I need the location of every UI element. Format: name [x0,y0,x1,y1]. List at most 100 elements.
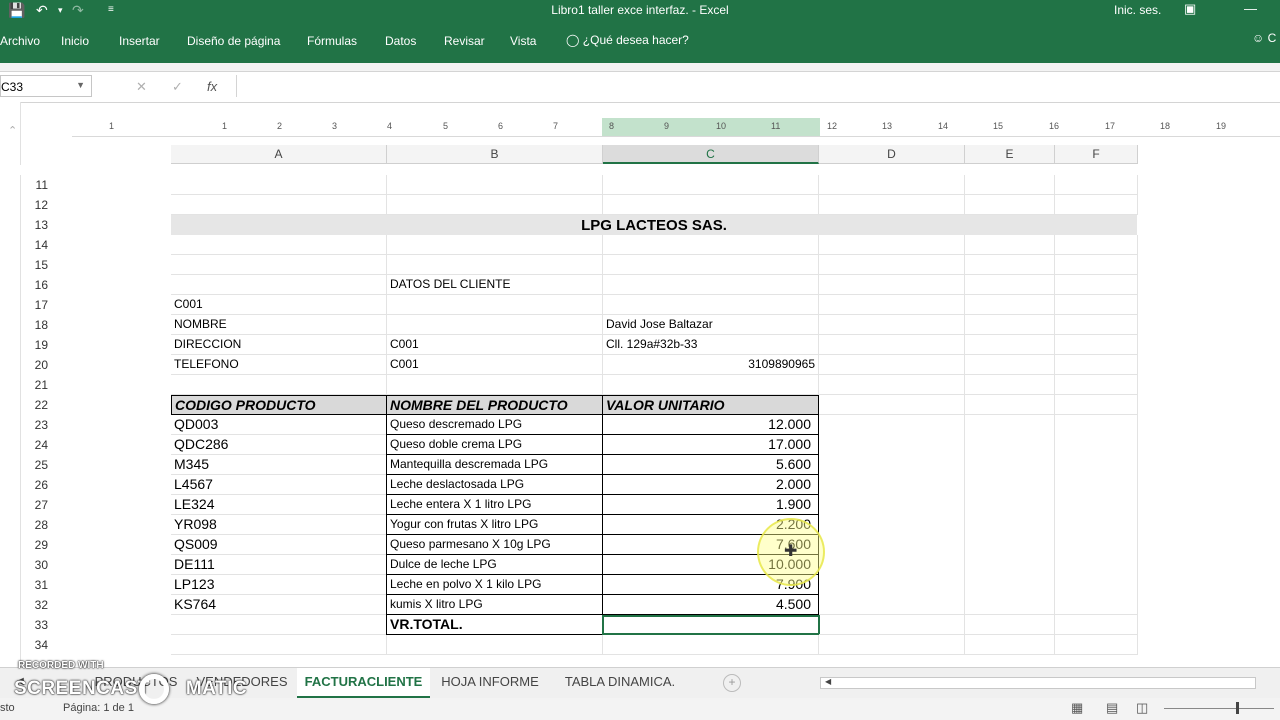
row-header[interactable]: 23 [20,415,50,435]
cell[interactable] [965,275,1055,295]
row-header[interactable]: 24 [20,435,50,455]
cell[interactable] [819,195,965,215]
cell[interactable] [965,635,1055,655]
tab-inicio[interactable]: Inicio [61,34,89,48]
cell[interactable] [819,395,965,415]
row-header[interactable]: 30 [20,555,50,575]
cell[interactable] [1055,355,1138,375]
cell[interactable] [387,375,603,395]
cell[interactable] [603,195,819,215]
row-header[interactable]: 15 [20,255,50,275]
address-label-cell[interactable]: DIRECCION [171,335,387,355]
cell[interactable] [603,255,819,275]
product-code[interactable]: DE111 [171,555,387,575]
cell[interactable] [819,415,965,615]
product-code[interactable]: QS009 [171,535,387,555]
cell[interactable] [819,335,965,355]
cell[interactable] [1055,415,1138,615]
product-price[interactable]: 5.600 [602,455,819,475]
formula-input[interactable] [236,75,1280,97]
cell[interactable] [819,375,965,395]
cell[interactable] [1055,195,1138,215]
cell[interactable] [171,255,387,275]
cell[interactable] [1055,315,1138,335]
total-value-selected-cell[interactable] [602,615,820,635]
header-codigo-producto[interactable]: CODIGO PRODUCTO [171,395,387,415]
row-header[interactable]: 12 [20,195,50,215]
tab-archivo[interactable]: Archivo [0,34,40,48]
chevron-down-icon[interactable]: ▼ [76,80,85,90]
cell[interactable] [171,235,387,255]
minimize-icon[interactable]: — [1244,1,1257,16]
insert-function-button[interactable]: fx [207,79,217,94]
product-name[interactable]: Mantequilla descremada LPG [386,455,603,475]
cell[interactable] [965,615,1055,635]
cell[interactable] [387,315,603,335]
product-code[interactable]: M345 [171,455,387,475]
product-code[interactable]: QD003 [171,415,387,435]
product-name[interactable]: Leche deslactosada LPG [386,475,603,495]
product-name[interactable]: kumis X litro LPG [386,595,603,615]
cell[interactable] [387,255,603,275]
cell[interactable] [171,275,387,295]
row-header[interactable]: 11 [20,175,50,195]
tab-datos[interactable]: Datos [385,34,416,48]
column-header-f[interactable]: F [1055,145,1138,164]
row-header[interactable]: 25 [20,455,50,475]
product-code[interactable]: QDC286 [171,435,387,455]
product-price[interactable]: 1.900 [602,495,819,515]
ribbon-display-icon[interactable]: ▣ [1184,1,1196,17]
phone-value-cell[interactable]: 3109890965 [603,355,819,375]
cell[interactable] [603,295,819,315]
product-code[interactable]: LE324 [171,495,387,515]
cell[interactable] [965,195,1055,215]
product-price[interactable]: 2.000 [602,475,819,495]
cell[interactable] [965,335,1055,355]
product-code[interactable]: YR098 [171,515,387,535]
client-code-cell[interactable]: C001 [171,295,387,315]
cell[interactable] [819,255,965,275]
phone-label-cell[interactable]: TELEFONO [171,355,387,375]
worksheet-grid[interactable]: 11 12 13 14 15 16 17 18 19 20 21 22 23 2… [20,175,1280,665]
product-code[interactable]: KS764 [171,595,387,615]
enter-icon[interactable]: ✓ [172,79,183,95]
row-header[interactable]: 18 [20,315,50,335]
cell[interactable] [819,235,965,255]
product-name[interactable]: Yogur con frutas X litro LPG [386,515,603,535]
cell[interactable] [387,635,603,655]
row-header[interactable]: 26 [20,475,50,495]
cell[interactable] [1055,615,1138,635]
row-header[interactable]: 14 [20,235,50,255]
cell[interactable] [965,235,1055,255]
page-break-view-icon[interactable]: ◫ [1136,700,1148,716]
cell[interactable] [171,375,387,395]
row-header[interactable]: 28 [20,515,50,535]
cell[interactable] [1055,295,1138,315]
cell[interactable] [1055,255,1138,275]
client-section-title[interactable]: DATOS DEL CLIENTE [387,275,603,295]
cell[interactable] [387,175,603,195]
row-header[interactable]: 33 [20,615,50,635]
product-price[interactable]: 12.000 [602,415,819,435]
page-layout-view-icon[interactable]: ▤ [1106,700,1118,716]
tab-vista[interactable]: Vista [510,34,536,48]
add-sheet-icon[interactable]: + [723,674,741,692]
cell[interactable] [1055,395,1138,415]
cell[interactable] [1055,635,1138,655]
address-ref-cell[interactable]: C001 [387,335,603,355]
tab-formulas[interactable]: Fórmulas [307,34,357,48]
cell[interactable] [819,615,965,635]
cell[interactable] [965,375,1055,395]
name-value-cell[interactable]: David Jose Baltazar [603,315,819,335]
cell[interactable] [1055,335,1138,355]
cell[interactable] [965,295,1055,315]
sheet-tab-facturacliente[interactable]: FACTURACLIENTE [297,668,430,699]
address-value-cell[interactable]: Cll. 129a#32b-33 [603,335,819,355]
row-header[interactable]: 27 [20,495,50,515]
product-name[interactable]: Queso descremado LPG [386,415,603,435]
cell[interactable] [819,175,965,195]
cell[interactable] [387,195,603,215]
tab-revisar[interactable]: Revisar [444,34,485,48]
cell[interactable] [819,355,965,375]
row-header[interactable]: 34 [20,635,50,655]
